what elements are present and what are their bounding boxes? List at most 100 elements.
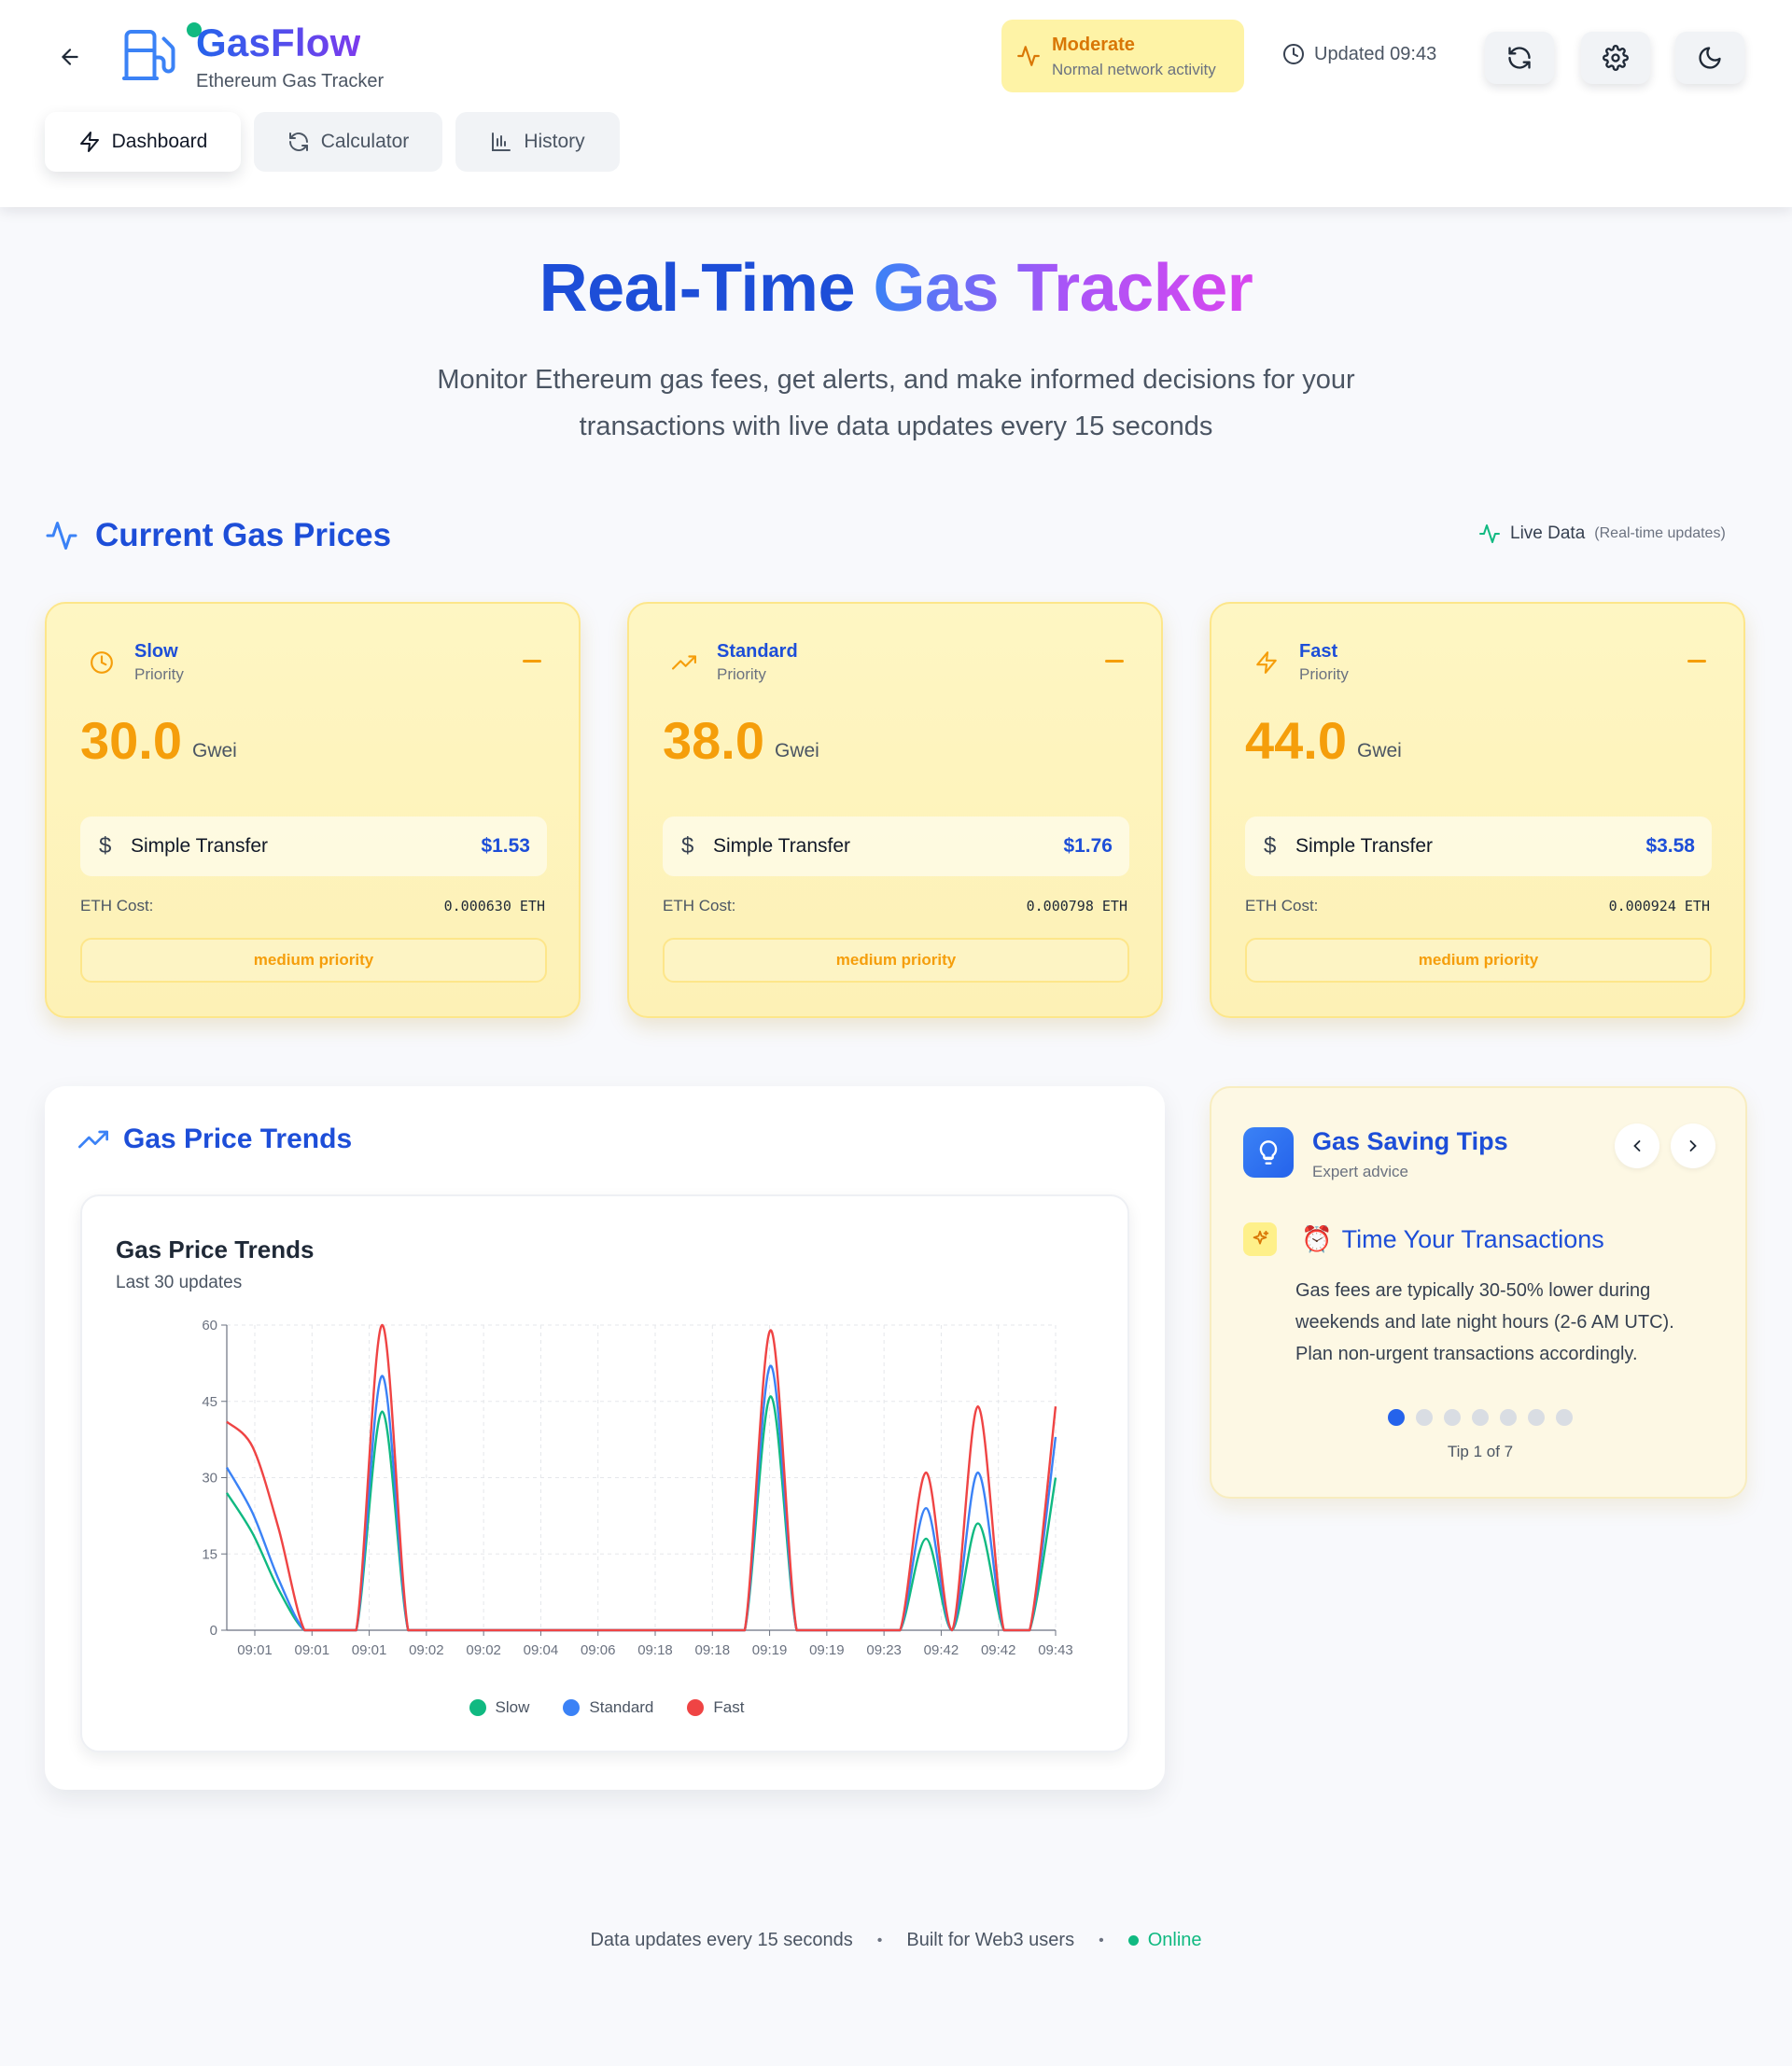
x-tick-label: 09:06 xyxy=(581,1642,616,1658)
online-dot xyxy=(1127,1935,1139,1946)
back-button[interactable] xyxy=(54,41,86,73)
x-tick-label: 09:01 xyxy=(237,1642,273,1658)
eth-cost-value: 0.000630 ETH xyxy=(443,898,545,914)
tips-subtitle: Expert advice xyxy=(1312,1163,1408,1180)
eth-cost-value: 0.000798 ETH xyxy=(1026,898,1127,914)
transfer-cost-row: $ Simple Transfer $3.58 xyxy=(1245,817,1712,876)
bar-chart-icon xyxy=(492,133,511,151)
y-tick-label: 0 xyxy=(210,1623,217,1639)
trend-flat-icon xyxy=(523,660,541,663)
priority-badge: medium priority xyxy=(80,938,547,983)
x-tick-label: 09:19 xyxy=(752,1642,788,1658)
tip-dot-5[interactable] xyxy=(1500,1409,1517,1426)
updated-text: Updated 09:43 xyxy=(1314,43,1437,64)
online-status: Online xyxy=(1127,1930,1202,1951)
alarm-clock-icon: ⏰ xyxy=(1301,1225,1333,1253)
y-tick-label: 30 xyxy=(202,1471,217,1487)
next-tip-button[interactable] xyxy=(1671,1124,1715,1168)
gas-saving-tips-panel: Gas Saving Tips Expert advice ⏰ Time You… xyxy=(1210,1086,1747,1499)
price-card-standard[interactable]: Standard Priority 38.0 Gwei $ Simple Tra… xyxy=(627,602,1163,1018)
legend-item-standard[interactable]: Standard xyxy=(563,1698,653,1717)
tab-label: History xyxy=(524,131,585,152)
x-tick-label: 09:23 xyxy=(866,1642,902,1658)
tip-dot-7[interactable] xyxy=(1556,1409,1573,1426)
legend-item-fast[interactable]: Fast xyxy=(687,1698,744,1717)
fuel-pump-icon xyxy=(122,30,175,80)
activity-icon xyxy=(46,522,77,550)
y-tick-label: 60 xyxy=(202,1318,217,1333)
app-subtitle: Ethereum Gas Tracker xyxy=(196,71,385,91)
legend-label: Slow xyxy=(495,1698,530,1716)
gas-value: 30.0 xyxy=(80,711,182,770)
price-card-fast[interactable]: Fast Priority 44.0 Gwei $ Simple Transfe… xyxy=(1210,602,1745,1018)
x-tick-label: 09:04 xyxy=(524,1642,559,1658)
transfer-label: Simple Transfer xyxy=(131,835,269,857)
gas-value: 38.0 xyxy=(663,711,764,770)
live-note: (Real-time updates) xyxy=(1594,525,1726,541)
app-name: GasFlow xyxy=(196,21,361,64)
lightbulb-icon xyxy=(1243,1127,1294,1178)
gas-unit: Gwei xyxy=(192,740,237,761)
transfer-label: Simple Transfer xyxy=(713,835,851,857)
footer-separator: • xyxy=(876,1932,883,1948)
trends-heading: Gas Price Trends xyxy=(78,1124,352,1155)
transfer-label: Simple Transfer xyxy=(1295,835,1434,857)
tip-body: Gas fees are typically 30-50% lower duri… xyxy=(1295,1280,1674,1364)
tip-dot-3[interactable] xyxy=(1444,1409,1461,1426)
y-tick-label: 15 xyxy=(202,1546,217,1562)
chart-card: 0 15 30 45 60 09:01 09:01 09:01 09:02 09:02 09:04 0… xyxy=(80,1194,1129,1752)
current-gas-prices-heading: Current Gas Prices xyxy=(45,517,391,554)
trending-up-icon xyxy=(672,655,696,670)
section-title: Current Gas Prices xyxy=(95,517,392,553)
tier-name: Standard xyxy=(717,641,798,662)
trending-up-icon xyxy=(78,1130,108,1149)
tip-dot-2[interactable] xyxy=(1416,1409,1433,1426)
dollar-icon: $ xyxy=(1264,833,1277,859)
x-tick-label: 09:19 xyxy=(809,1642,845,1658)
live-label: Live Data xyxy=(1510,523,1586,543)
live-data-indicator: Live Data (Real-time updates) xyxy=(1478,523,1726,545)
legend-swatch xyxy=(687,1699,705,1716)
gas-price-trends-panel: Gas Price Trends 0 15 30 45 60 09:01 09:01 09:0… xyxy=(45,1086,1165,1790)
trend-flat-icon xyxy=(1687,660,1706,663)
tab-calculator[interactable]: Calculator xyxy=(254,112,442,172)
lightning-icon xyxy=(79,132,99,152)
priority-badge: medium priority xyxy=(1245,938,1712,983)
refresh-icon xyxy=(288,133,308,151)
tier-priority: Priority xyxy=(1299,665,1349,683)
refresh-button[interactable] xyxy=(1485,32,1554,84)
settings-button[interactable] xyxy=(1581,32,1650,84)
theme-toggle-button[interactable] xyxy=(1675,32,1744,84)
transfer-cost-row: $ Simple Transfer $1.76 xyxy=(663,817,1129,876)
activity-icon xyxy=(1017,46,1040,66)
x-tick-label: 09:02 xyxy=(466,1642,501,1658)
chevron-left-icon xyxy=(1633,1140,1641,1152)
chevron-right-icon xyxy=(1689,1140,1697,1152)
clock-icon xyxy=(1283,44,1304,64)
legend-item-slow[interactable]: Slow xyxy=(469,1698,530,1717)
tab-dashboard[interactable]: Dashboard xyxy=(45,112,241,172)
previous-tip-button[interactable] xyxy=(1615,1124,1659,1168)
tip-dot-1[interactable] xyxy=(1388,1409,1405,1426)
series-line-standard xyxy=(225,1364,1057,1632)
x-tick-label: 09:43 xyxy=(1038,1642,1073,1658)
tip-dot-6[interactable] xyxy=(1528,1409,1545,1426)
lightning-icon xyxy=(1256,651,1277,674)
price-card-slow[interactable]: Slow Priority 30.0 Gwei $ Simple Transfe… xyxy=(45,602,581,1018)
tip-heading: ⏰ Time Your Transactions xyxy=(1301,1224,1604,1254)
priority-badge: medium priority xyxy=(663,938,1129,983)
tab-history[interactable]: History xyxy=(455,112,620,172)
status-description: Normal network activity xyxy=(1052,61,1216,78)
tip-counter: Tip 1 of 7 xyxy=(1447,1443,1514,1460)
transfer-cost-row: $ Simple Transfer $1.53 xyxy=(80,817,547,876)
x-tick-label: 09:42 xyxy=(981,1642,1016,1658)
tier-name: Slow xyxy=(134,641,178,662)
activity-icon xyxy=(1479,524,1500,543)
hero-subtitle: Monitor Ethereum gas fees, get alerts, a… xyxy=(437,365,1355,441)
transfer-cost: $1.76 xyxy=(1063,835,1113,857)
y-tick-label: 45 xyxy=(202,1394,217,1410)
app-header: GasFlow Ethereum Gas Tracker Moderate No… xyxy=(0,0,1792,207)
tip-dot-4[interactable] xyxy=(1472,1409,1489,1426)
tip-pagination xyxy=(1211,1409,1749,1426)
trends-section-title: Gas Price Trends xyxy=(123,1124,353,1154)
